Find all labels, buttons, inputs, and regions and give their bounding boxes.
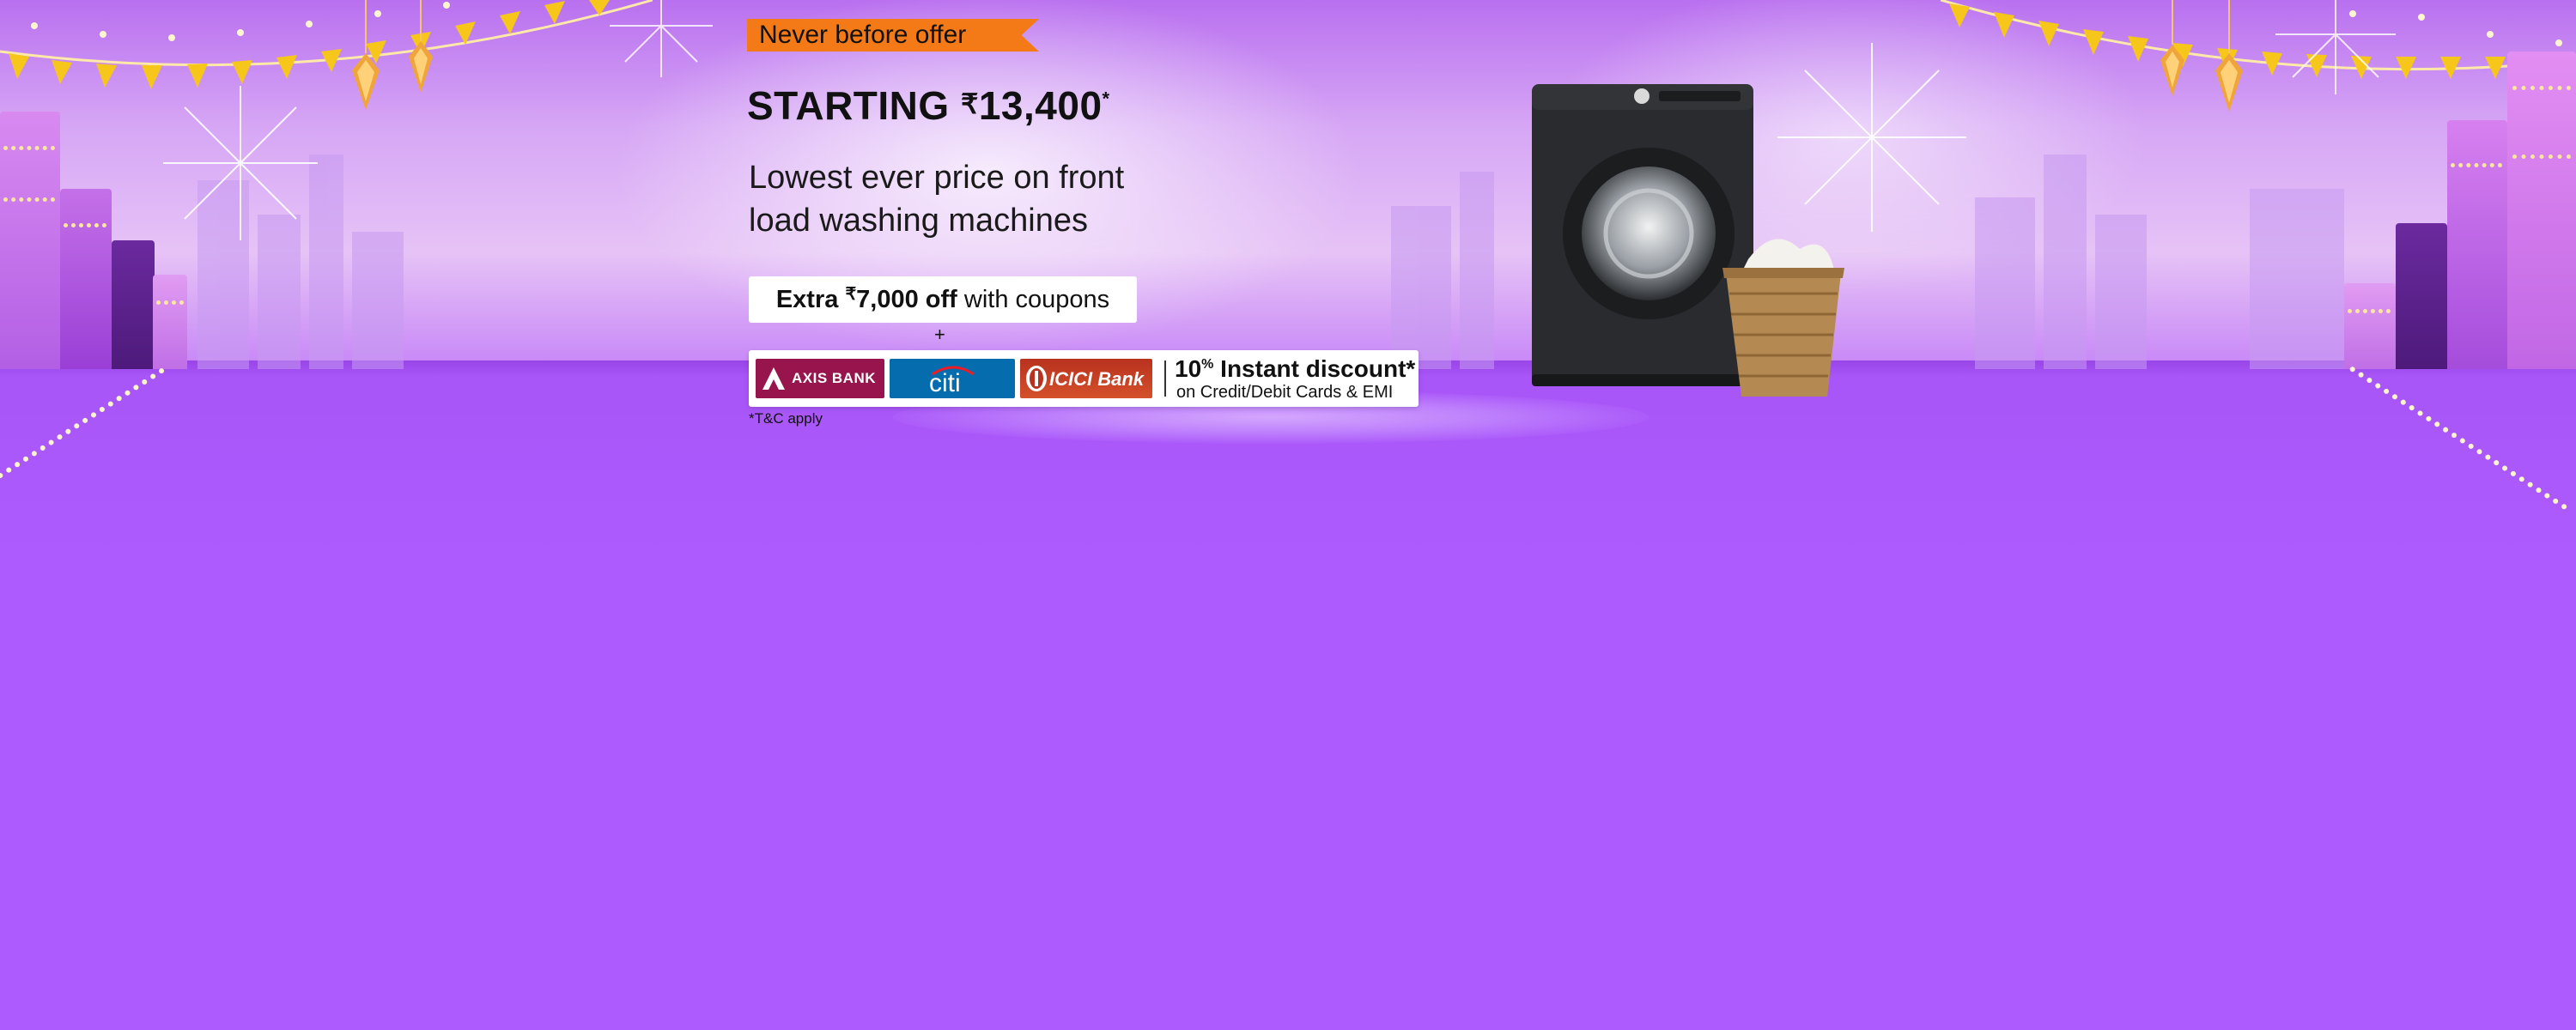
terms-note: *T&C apply	[749, 410, 823, 427]
lantern-icon	[352, 0, 433, 110]
axis-bank-logo: AXIS BANK	[756, 359, 884, 398]
coupon-offer-box: Extra ₹7,000 off with coupons	[749, 276, 1137, 323]
firework-icon	[610, 0, 713, 77]
purple-floor-background	[0, 360, 2576, 1030]
instant-discount-title: 10% Instant discount*	[1175, 355, 1416, 382]
city-buildings-right	[2336, 0, 2576, 481]
citi-bank-logo: citi	[890, 359, 1015, 398]
firework-icon	[1777, 43, 1966, 232]
never-before-offer-tag: Never before offer	[747, 19, 1039, 52]
lantern-icon	[2160, 0, 2243, 112]
offer-description: Lowest ever price on front load washing …	[749, 160, 1125, 239]
offer-banner[interactable]: Never before offer STARTING ₹13,400* Low…	[0, 0, 2576, 1030]
divider	[1164, 360, 1166, 397]
icici-bank-logo: ICICI Bank	[1020, 359, 1152, 398]
laundry-basket-image	[1722, 239, 1844, 397]
bank-offer-strip: AXIS BANK citi ICICI Bank 10% Instant di…	[749, 350, 1419, 407]
price-headline: STARTING ₹13,400*	[747, 83, 1110, 128]
instant-discount-subtitle: on Credit/Debit Cards & EMI	[1176, 383, 1394, 402]
plus-sign: +	[934, 324, 945, 345]
skyline-silhouette	[197, 154, 2344, 369]
